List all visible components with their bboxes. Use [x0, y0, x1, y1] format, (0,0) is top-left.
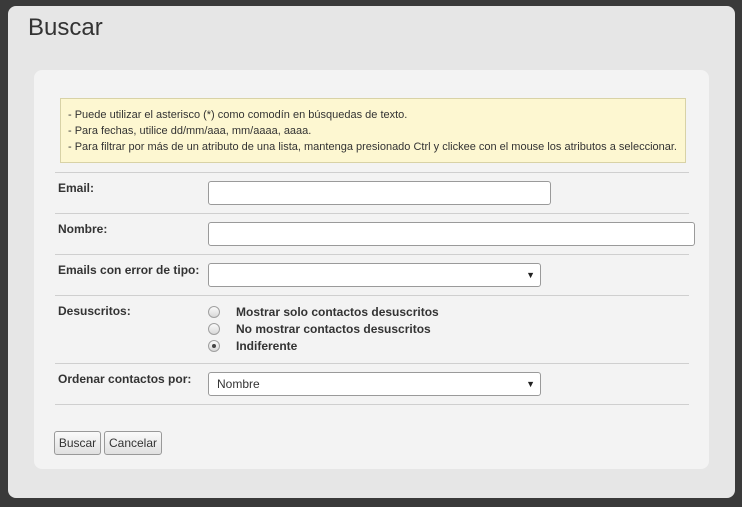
email-row: Email:: [55, 172, 689, 213]
help-notice: - Puede utilizar el asterisco (*) como c…: [60, 98, 686, 163]
radio-indifferent[interactable]: [208, 340, 220, 352]
unsubscribed-row: Desuscritos: Mostrar solo contactos desu…: [55, 295, 689, 363]
unsubscribed-label: Desuscritos:: [58, 304, 131, 318]
email-error-label: Emails con error de tipo:: [58, 263, 200, 277]
search-button[interactable]: Buscar: [54, 431, 101, 455]
cancel-button[interactable]: Cancelar: [104, 431, 162, 455]
email-label: Email:: [58, 181, 95, 195]
name-label: Nombre:: [58, 222, 108, 236]
hint-line-dates: - Para fechas, utilice dd/mm/aaa, mm/aaa…: [68, 125, 312, 137]
search-window: Buscar - Puede utilizar el asterisco (*)…: [8, 6, 735, 498]
sort-label: Ordenar contactos por:: [58, 372, 192, 386]
email-error-select[interactable]: ▼: [208, 263, 541, 287]
search-form-card: - Puede utilizar el asterisco (*) como c…: [34, 70, 709, 469]
sort-select[interactable]: Nombre ▼: [208, 372, 541, 396]
dropdown-arrow-icon: ▼: [526, 379, 535, 389]
hint-line-wildcard: - Puede utilizar el asterisco (*) como c…: [68, 109, 408, 121]
name-row: Nombre:: [55, 213, 695, 254]
dropdown-arrow-icon: ▼: [526, 270, 535, 280]
radio-label-indifferent[interactable]: Indiferente: [236, 339, 297, 353]
radio-only-unsubscribed[interactable]: [208, 306, 220, 318]
hint-line-multiselect: - Para filtrar por más de un atributo de…: [68, 141, 677, 153]
radio-hide-unsubscribed[interactable]: [208, 323, 220, 335]
page-title: Buscar: [28, 14, 103, 41]
name-field[interactable]: [208, 222, 695, 246]
radio-label-hide-unsubscribed[interactable]: No mostrar contactos desuscritos: [236, 322, 431, 336]
radio-label-only-unsubscribed[interactable]: Mostrar solo contactos desuscritos: [236, 305, 439, 319]
email-error-row: Emails con error de tipo: ▼: [55, 254, 689, 295]
email-field[interactable]: [208, 181, 551, 205]
sort-row: Ordenar contactos por: Nombre ▼: [55, 363, 689, 405]
sort-selected-value: Nombre: [217, 377, 260, 391]
